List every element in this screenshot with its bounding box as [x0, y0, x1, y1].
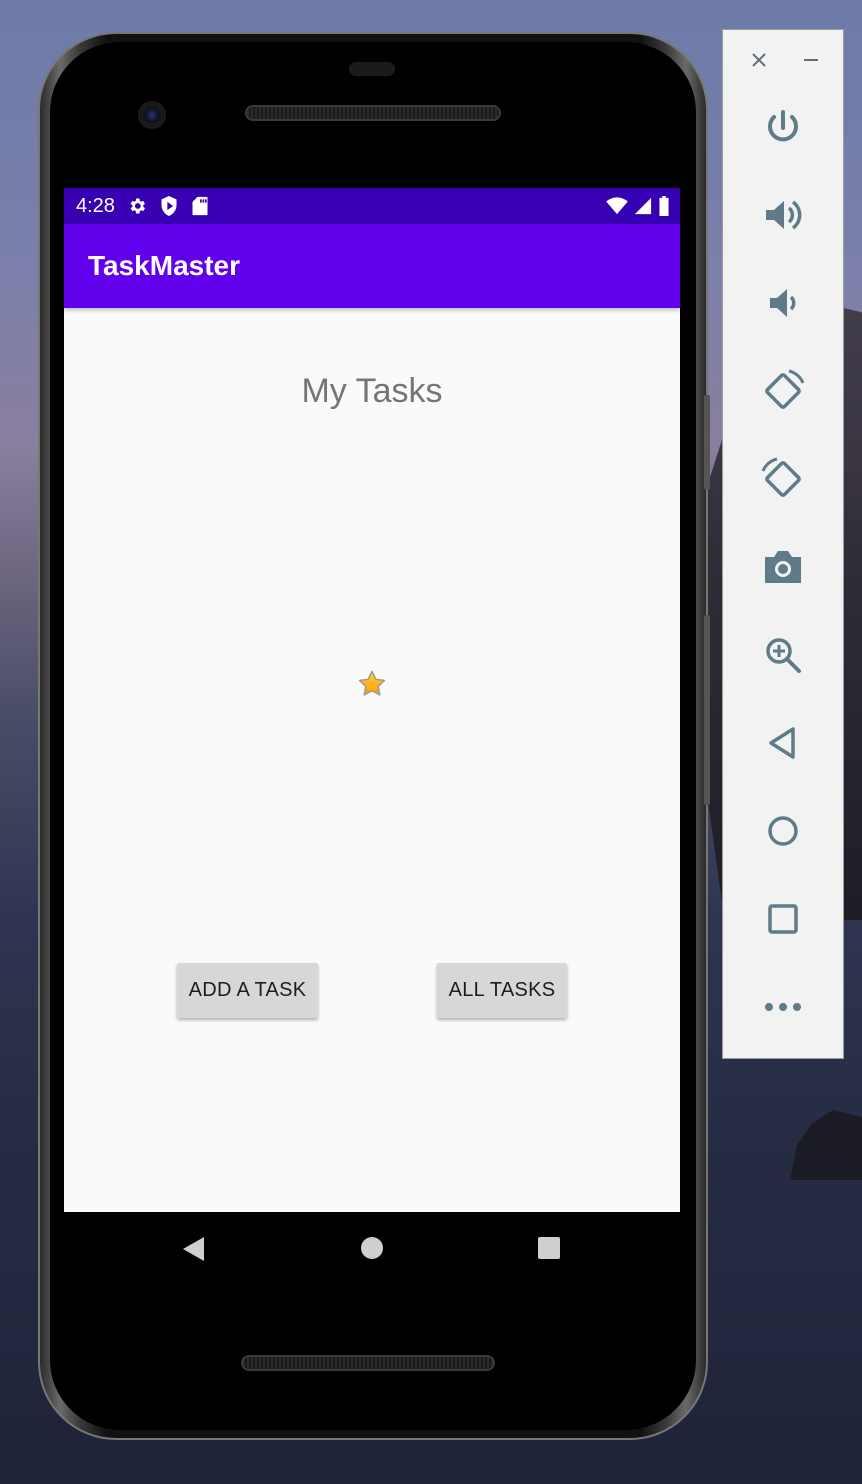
navigation-bar [64, 1212, 680, 1284]
overview-icon [768, 904, 798, 934]
sd-card-icon [192, 196, 208, 216]
volume-down-button[interactable] [758, 278, 808, 328]
screenshot-button[interactable] [758, 542, 808, 592]
emulator-overview-button[interactable] [758, 894, 808, 944]
add-task-button[interactable]: ADD A TASK [177, 963, 318, 1018]
emulator-home-button[interactable] [758, 806, 808, 856]
app-bar: TaskMaster [64, 224, 680, 308]
page-title: My Tasks [301, 372, 443, 410]
close-icon[interactable] [747, 46, 771, 74]
front-camera [138, 101, 166, 129]
emulator-back-button[interactable] [758, 718, 808, 768]
volume-down-icon [770, 289, 796, 317]
zoom-button[interactable] [758, 630, 808, 680]
volume-up-icon [766, 200, 802, 230]
back-icon [769, 727, 795, 759]
volume-up-button[interactable] [758, 190, 808, 240]
battery-icon [659, 196, 669, 216]
wifi-icon [606, 197, 628, 215]
star-icon [358, 670, 386, 696]
cellular-icon [634, 197, 652, 215]
emulator-toolbar [722, 29, 844, 1059]
desktop-wallpaper-rock [790, 1110, 862, 1180]
power-button[interactable] [758, 102, 808, 152]
power-icon [768, 110, 798, 142]
rotate-right-button[interactable] [758, 454, 808, 504]
status-bar: 4:28 [64, 188, 680, 224]
shield-icon [161, 196, 177, 216]
rotate-right-icon [761, 457, 801, 497]
more-icon [765, 1003, 801, 1011]
back-icon[interactable] [182, 1236, 206, 1262]
app-title: TaskMaster [88, 250, 241, 281]
home-icon[interactable] [361, 1237, 383, 1259]
all-tasks-button[interactable]: ALL TASKS [437, 963, 567, 1018]
recents-icon[interactable] [538, 1237, 560, 1259]
phone-side-button [704, 395, 710, 490]
device-screen: 4:28 TaskMaster My Tasks ADD A TASK ALL … [64, 188, 680, 1212]
emulator-more-button[interactable] [758, 982, 808, 1032]
emulator-window-controls [723, 46, 843, 76]
bottom-speaker-grille [241, 1355, 495, 1371]
gear-icon [130, 198, 145, 214]
rotate-left-icon [765, 369, 805, 409]
minimize-icon[interactable] [799, 46, 823, 74]
phone-sensor [349, 62, 395, 76]
top-speaker-grille [245, 105, 501, 121]
status-time: 4:28 [76, 194, 115, 217]
home-icon [768, 816, 798, 846]
camera-icon [765, 551, 801, 583]
zoom-icon [766, 638, 801, 673]
phone-volume-button [704, 615, 710, 805]
rotate-left-button[interactable] [758, 366, 808, 416]
